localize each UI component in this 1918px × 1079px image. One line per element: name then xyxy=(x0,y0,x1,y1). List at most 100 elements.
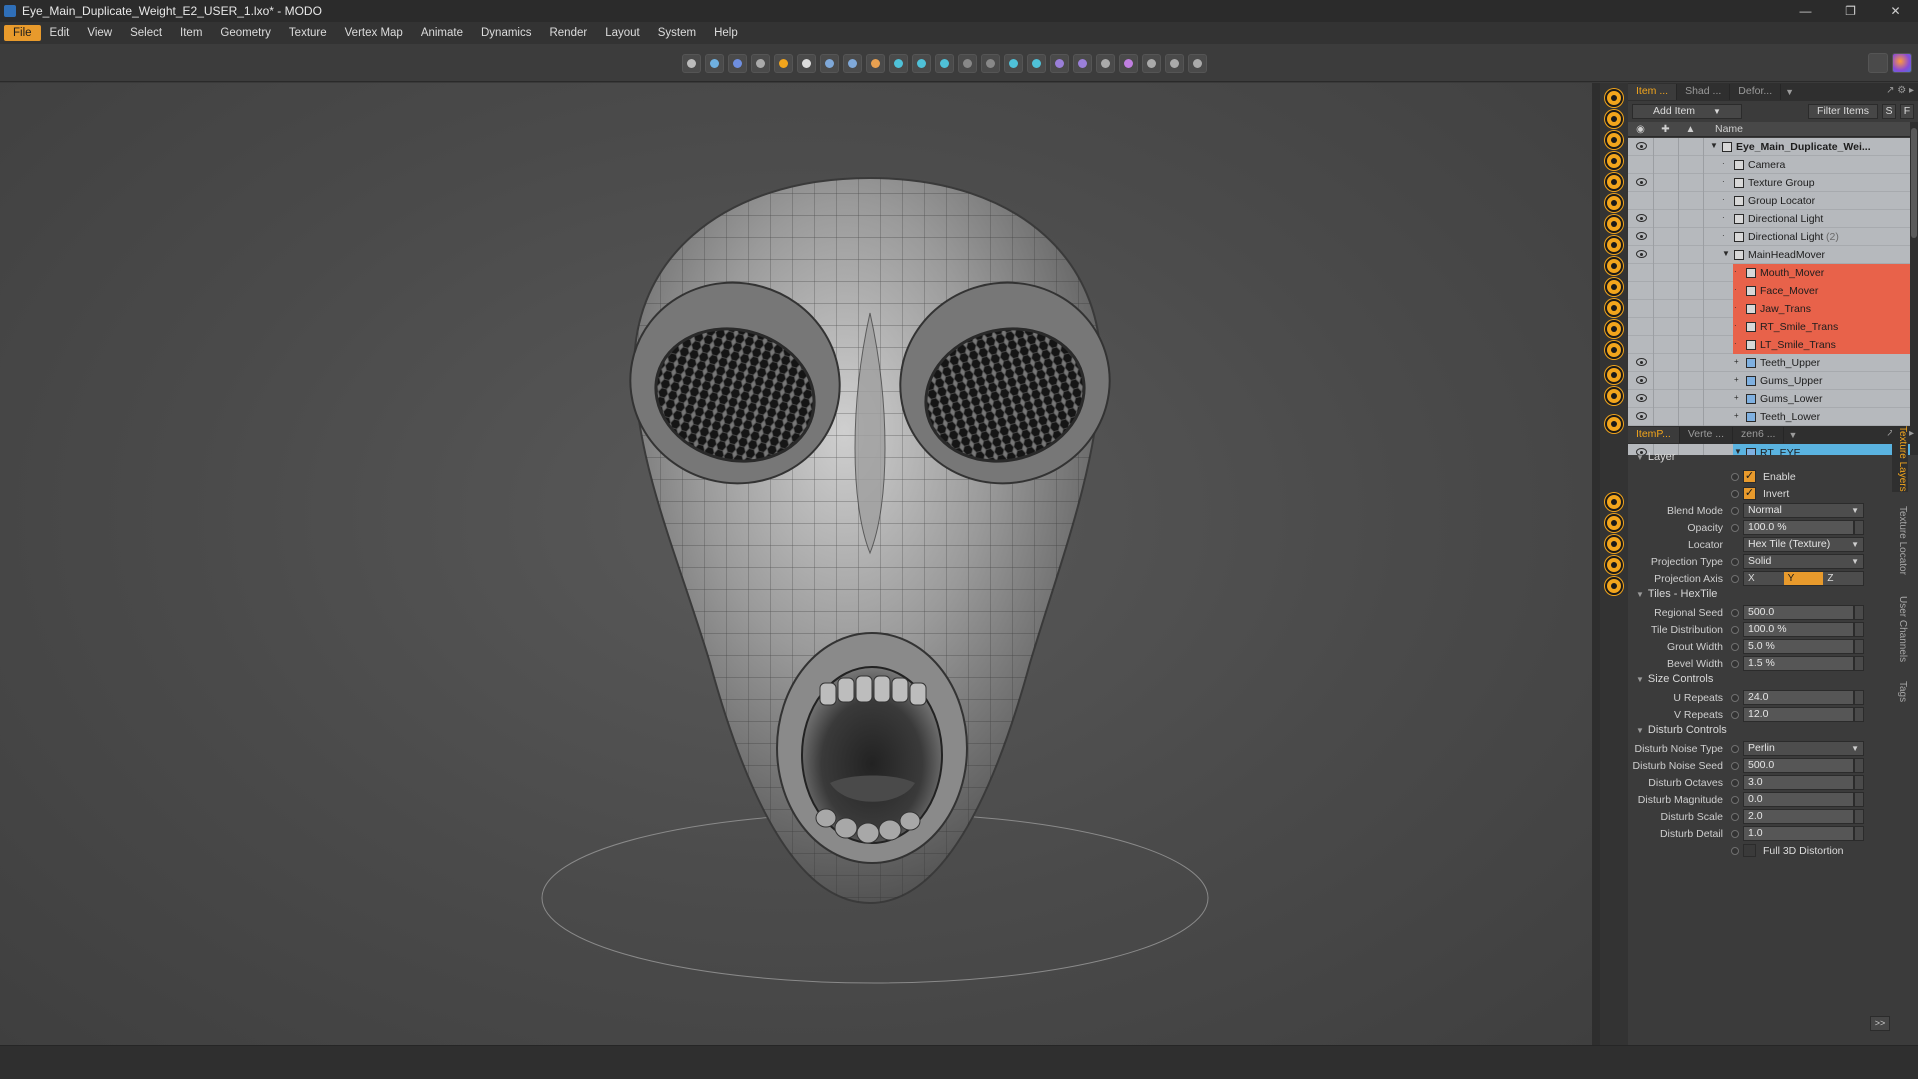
disturb-detail-field[interactable]: 1.0 xyxy=(1743,826,1854,841)
section-size-controls[interactable]: ▼ Size Controls xyxy=(1628,673,1908,689)
visibility-eye-icon[interactable] xyxy=(1636,376,1647,384)
section-tiles[interactable]: ▼ Tiles - HexTile xyxy=(1628,588,1908,604)
target-icon[interactable] xyxy=(1605,110,1623,128)
expand-toggle-icon[interactable]: ▼ xyxy=(1710,141,1718,150)
bars-tool-icon[interactable] xyxy=(1004,54,1023,73)
expand-toggle-icon[interactable]: · xyxy=(1734,303,1737,312)
expand-toggle-icon[interactable]: · xyxy=(1734,321,1737,330)
projection-type-select[interactable]: Solid ▼ xyxy=(1743,554,1864,569)
item-list-row[interactable]: · Group Locator xyxy=(1628,192,1910,210)
filter-items-button[interactable]: Filter Items xyxy=(1808,103,1878,119)
visibility-eye-icon[interactable] xyxy=(1636,358,1647,366)
modeling-tool-icon[interactable] xyxy=(728,54,747,73)
axis-z-button[interactable]: Z xyxy=(1823,572,1864,585)
disturb-noise-type-dot[interactable] xyxy=(1731,745,1739,753)
tab-zen6[interactable]: zen6 ... xyxy=(1733,427,1785,443)
chevron-down-icon[interactable] xyxy=(1605,257,1623,275)
menu-texture[interactable]: Texture xyxy=(280,25,336,41)
disturb-octaves-spinner[interactable] xyxy=(1854,775,1864,790)
add-item-button[interactable]: Add Item ▼ xyxy=(1632,103,1742,119)
tab-item-list[interactable]: Item ... xyxy=(1628,84,1678,100)
disturb-noise-type-select[interactable]: Perlin ▼ xyxy=(1743,741,1864,756)
f-toggle-button[interactable]: F xyxy=(1900,103,1914,119)
corner-tool-icon[interactable] xyxy=(1027,54,1046,73)
snap-icon[interactable] xyxy=(1605,577,1623,595)
item-list-row[interactable]: ▼ Eye_Main_Duplicate_Wei... xyxy=(1628,138,1910,156)
s-toggle-button[interactable]: S xyxy=(1882,103,1896,119)
enable-keyframe-dot[interactable] xyxy=(1731,473,1739,481)
expand-toggle-icon[interactable]: · xyxy=(1722,195,1725,204)
props-tabs-dropdown-icon[interactable]: ▼ xyxy=(1784,430,1801,440)
item-list-scrollbar[interactable] xyxy=(1910,122,1918,455)
expand-toggle-icon[interactable]: · xyxy=(1722,231,1725,240)
side-tab-user-channels[interactable]: User Channels xyxy=(1892,596,1908,662)
item-list-row[interactable]: · RT_Smile_Trans xyxy=(1628,318,1910,336)
visibility-column-icon[interactable]: ◉ xyxy=(1628,124,1653,135)
menu-system[interactable]: System xyxy=(649,25,705,41)
full-3d-distortion-dot[interactable] xyxy=(1731,847,1739,855)
grid-tool-icon[interactable] xyxy=(981,54,1000,73)
side-tab-texture-locator[interactable]: Texture Locator xyxy=(1892,506,1908,575)
visibility-eye-icon[interactable] xyxy=(1636,178,1647,186)
menu-render[interactable]: Render xyxy=(540,25,596,41)
visibility-eye-icon[interactable] xyxy=(1636,232,1647,240)
menu-select[interactable]: Select xyxy=(121,25,171,41)
tile-distribution-spinner[interactable] xyxy=(1854,622,1864,637)
list-tool-icon[interactable] xyxy=(1188,54,1207,73)
flame-icon[interactable] xyxy=(1605,341,1623,359)
item-list-row[interactable]: · Directional Light xyxy=(1628,210,1910,228)
menu-layout[interactable]: Layout xyxy=(596,25,649,41)
disturb-magnitude-field[interactable]: 0.0 xyxy=(1743,792,1854,807)
select-tool-icon[interactable] xyxy=(1096,54,1115,73)
expand-toggle-icon[interactable]: · xyxy=(1722,213,1725,222)
menu-vertex-map[interactable]: Vertex Map xyxy=(336,25,412,41)
viewport-divider[interactable] xyxy=(1592,83,1600,1045)
disturb-scale-dot[interactable] xyxy=(1731,813,1739,821)
v-repeats-field[interactable]: 12.0 xyxy=(1743,707,1854,722)
regional-seed-dot[interactable] xyxy=(1731,609,1739,617)
menu-item[interactable]: Item xyxy=(171,25,211,41)
visibility-eye-icon[interactable] xyxy=(1636,142,1647,150)
refresh-icon[interactable] xyxy=(1605,215,1623,233)
menu-dynamics[interactable]: Dynamics xyxy=(472,25,540,41)
blend-mode-dot[interactable] xyxy=(1731,507,1739,515)
orbit-icon[interactable] xyxy=(1605,131,1623,149)
restore-button[interactable]: ❐ xyxy=(1828,0,1873,22)
disturb-detail-dot[interactable] xyxy=(1731,830,1739,838)
full-3d-distortion-checkbox[interactable] xyxy=(1743,844,1756,857)
grout-width-field[interactable]: 5.0 % xyxy=(1743,639,1854,654)
item-list-row[interactable]: + Teeth_Lower xyxy=(1628,408,1910,426)
shield-orange-tool-icon[interactable] xyxy=(866,54,885,73)
side-tab-tags[interactable]: Tags xyxy=(1892,681,1908,702)
expand-toggle-icon[interactable]: · xyxy=(1734,267,1737,276)
panel-options-icon[interactable]: ↗ ⚙ ▸ xyxy=(1886,85,1914,96)
u-repeats-field[interactable]: 24.0 xyxy=(1743,690,1854,705)
disturb-detail-spinner[interactable] xyxy=(1854,826,1864,841)
section-layer[interactable]: ▼ Layer xyxy=(1628,451,1908,467)
expand-toggle-icon[interactable]: + xyxy=(1734,393,1739,402)
item-list-row[interactable]: · Directional Light (2) xyxy=(1628,228,1910,246)
lasso-tool-icon[interactable] xyxy=(1119,54,1138,73)
enable-checkbox[interactable]: ✓ xyxy=(1743,470,1756,483)
bevel-width-field[interactable]: 1.5 % xyxy=(1743,656,1854,671)
disturb-noise-seed-spinner[interactable] xyxy=(1854,758,1864,773)
regional-seed-field[interactable]: 500.0 xyxy=(1743,605,1854,620)
section-disturb-controls[interactable]: ▼ Disturb Controls xyxy=(1628,724,1908,740)
side-tab-texture-layers[interactable]: Texture Layers xyxy=(1892,426,1908,492)
regional-seed-spinner[interactable] xyxy=(1854,605,1864,620)
tab-item-properties[interactable]: ItemP... xyxy=(1628,427,1680,443)
item-list-row[interactable]: + Gums_Upper xyxy=(1628,372,1910,390)
v-repeats-dot[interactable] xyxy=(1731,711,1739,719)
visibility-eye-icon[interactable] xyxy=(1636,250,1647,258)
item-list-row[interactable]: · Jaw_Trans xyxy=(1628,300,1910,318)
pen-tool-icon[interactable] xyxy=(705,54,724,73)
cross-icon[interactable] xyxy=(1605,535,1623,553)
dynamics-icon[interactable] xyxy=(1605,366,1623,384)
name-column-header[interactable]: Name xyxy=(1715,123,1743,135)
item-list-row[interactable]: · Face_Mover xyxy=(1628,282,1910,300)
item-list-row[interactable]: ▼ MainHeadMover xyxy=(1628,246,1910,264)
layers-icon[interactable] xyxy=(1605,152,1623,170)
globe-tool-icon[interactable] xyxy=(889,54,908,73)
bevel-width-dot[interactable] xyxy=(1731,660,1739,668)
item-list-row[interactable]: · Mouth_Mover xyxy=(1628,264,1910,282)
